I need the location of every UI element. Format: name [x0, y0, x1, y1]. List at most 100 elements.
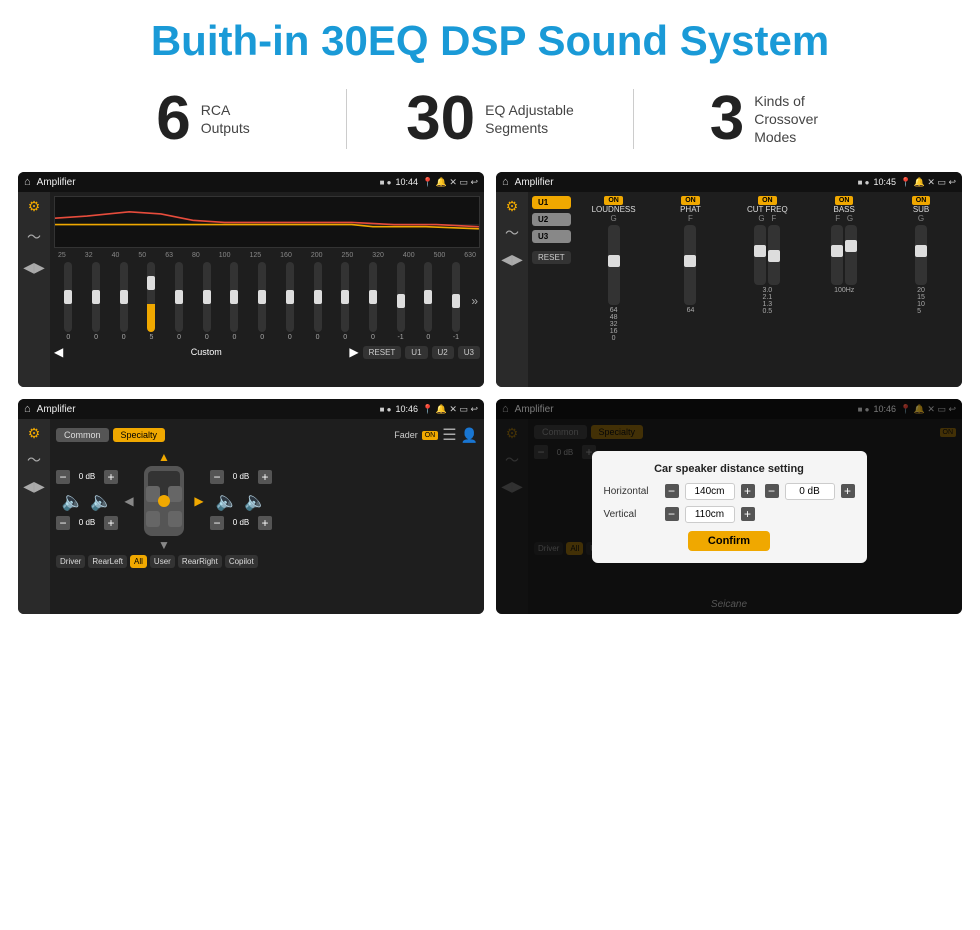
confirm-button[interactable]: Confirm	[688, 531, 770, 551]
eq-slider-3[interactable]: 5	[139, 262, 164, 341]
home-icon-2[interactable]: ⌂	[502, 176, 509, 188]
sidebar-wave-icon[interactable]: 〜	[27, 227, 41, 247]
sidebar-eq-icon[interactable]: ⚙	[28, 198, 41, 215]
horizontal-label: Horizontal	[604, 486, 659, 497]
eq-bottom: ◀ Custom ▶ RESET U1 U2 U3	[54, 345, 480, 359]
sub-label: SUB	[913, 205, 929, 214]
screen3-main: Common Specialty Fader ON ☰ 👤 − 0 dB	[50, 419, 484, 614]
sidebar-wave-icon-3[interactable]: 〜	[27, 450, 41, 470]
eq-slider-10[interactable]: 0	[333, 262, 358, 341]
sidebar-speaker-icon-3[interactable]: ◀▶	[23, 478, 45, 495]
fader-user-icon[interactable]: 👤	[461, 427, 478, 444]
copilot-btn[interactable]: Copilot	[225, 555, 258, 568]
phat-slider[interactable]	[684, 225, 696, 305]
h-db-plus-btn[interactable]: +	[841, 484, 855, 498]
specialty-tab[interactable]: Specialty	[113, 428, 166, 442]
tl-plus-btn[interactable]: +	[104, 470, 118, 484]
phat-on-badge: ON	[681, 196, 700, 205]
eq-next-btn[interactable]: ▶	[349, 345, 358, 359]
bl-minus-btn[interactable]: −	[56, 516, 70, 530]
cutfreq-slider-f[interactable]	[768, 225, 780, 285]
horizontal-row: Horizontal − 140cm + − 0 dB +	[604, 483, 855, 500]
bass-slider-g[interactable]	[845, 225, 857, 285]
sidebar-eq-icon-2[interactable]: ⚙	[506, 198, 519, 215]
eq-u3-btn[interactable]: U3	[458, 346, 480, 359]
distance-dialog: Car speaker distance setting Horizontal …	[592, 451, 867, 563]
rearleft-btn[interactable]: RearLeft	[88, 555, 127, 568]
channel-u1-btn[interactable]: U1	[532, 196, 571, 209]
driver-btn[interactable]: Driver	[56, 555, 85, 568]
amp-reset-btn[interactable]: RESET	[532, 251, 571, 264]
bass-slider-f[interactable]	[831, 225, 843, 285]
eq-slider-1[interactable]: 0	[84, 262, 109, 341]
eq-slider-14[interactable]: -1	[444, 262, 469, 341]
tr-plus-btn[interactable]: +	[258, 470, 272, 484]
eq-sliders: 0 0 0 5 0 0 0 0 0 0 0 0 -1 0 -1 »	[54, 261, 480, 341]
horizontal-minus-btn[interactable]: −	[665, 484, 679, 498]
stats-row: 6 RCAOutputs 30 EQ AdjustableSegments 3 …	[0, 74, 980, 164]
horizontal-plus-btn[interactable]: +	[741, 484, 755, 498]
all-btn[interactable]: All	[130, 555, 147, 568]
h-db-val[interactable]: 0 dB	[785, 483, 835, 500]
h-db-minus-btn[interactable]: −	[765, 484, 779, 498]
loudness-slider[interactable]	[608, 225, 620, 305]
sidebar-speaker-icon-2[interactable]: ◀▶	[501, 251, 523, 268]
stat-label-rca: RCAOutputs	[201, 101, 250, 137]
vertical-label: Vertical	[604, 509, 659, 520]
eq-mode-label: Custom	[67, 347, 345, 357]
tr-val: 0 dB	[227, 472, 255, 481]
eq-slider-6[interactable]: 0	[222, 262, 247, 341]
eq-slider-13[interactable]: 0	[416, 262, 441, 341]
speaker-buttons: Driver RearLeft All User RearRight Copil…	[56, 555, 478, 568]
vertical-value[interactable]: 110cm	[685, 506, 735, 523]
screen1-main: 25 32 40 50 63 80 100 125 160 200 250 32…	[50, 192, 484, 387]
screen1-sidebar: ⚙ 〜 ◀▶	[18, 192, 50, 387]
bl-val: 0 dB	[73, 518, 101, 527]
eq-slider-2[interactable]: 0	[111, 262, 136, 341]
top-right-control: − 0 dB +	[210, 470, 272, 484]
home-icon-1[interactable]: ⌂	[24, 176, 31, 188]
screen2-sidebar: ⚙ 〜 ◀▶	[496, 192, 528, 387]
user-btn[interactable]: User	[150, 555, 175, 568]
phat-label: PHAT	[680, 205, 701, 214]
eq-slider-11[interactable]: 0	[361, 262, 386, 341]
rearright-btn[interactable]: RearRight	[178, 555, 222, 568]
eq-slider-5[interactable]: 0	[194, 262, 219, 341]
sub-slider[interactable]	[915, 225, 927, 285]
vertical-row: Vertical − 110cm +	[604, 506, 855, 523]
vertical-minus-btn[interactable]: −	[665, 507, 679, 521]
channel-u2-btn[interactable]: U2	[532, 213, 571, 226]
vertical-plus-btn[interactable]: +	[741, 507, 755, 521]
bl-plus-btn[interactable]: +	[104, 516, 118, 530]
br-plus-btn[interactable]: +	[258, 516, 272, 530]
eq-freq-labels: 25 32 40 50 63 80 100 125 160 200 250 32…	[54, 252, 480, 259]
eq-u1-btn[interactable]: U1	[405, 346, 427, 359]
eq-u2-btn[interactable]: U2	[432, 346, 454, 359]
fader-on-badge: ON	[422, 431, 439, 440]
bottom-left-control: − 0 dB +	[56, 516, 118, 530]
common-tab[interactable]: Common	[56, 428, 109, 442]
sidebar-eq-icon-3[interactable]: ⚙	[28, 425, 41, 442]
br-minus-btn[interactable]: −	[210, 516, 224, 530]
dialog-overlay: Car speaker distance setting Horizontal …	[496, 399, 962, 614]
tr-minus-btn[interactable]: −	[210, 470, 224, 484]
eq-slider-12[interactable]: -1	[388, 262, 413, 341]
eq-slider-4[interactable]: 0	[167, 262, 192, 341]
screen-dialog: ⌂ Amplifier ■ ● 10:46 📍 🔔 ✕ ▭ ↩ ⚙ 〜 ◀▶ C…	[496, 399, 962, 614]
eq-reset-btn[interactable]: RESET	[363, 346, 402, 359]
loudness-val5: 0	[612, 335, 616, 342]
home-icon-3[interactable]: ⌂	[24, 403, 31, 415]
svg-text:▼: ▼	[158, 538, 170, 551]
eq-slider-7[interactable]: 0	[250, 262, 275, 341]
eq-slider-0[interactable]: 0	[56, 262, 81, 341]
fader-bars-icon[interactable]: ☰	[442, 425, 456, 445]
tl-minus-btn[interactable]: −	[56, 470, 70, 484]
sidebar-speaker-icon[interactable]: ◀▶	[23, 259, 45, 276]
channel-u3-btn[interactable]: U3	[532, 230, 571, 243]
sidebar-wave-icon-2[interactable]: 〜	[505, 223, 519, 243]
horizontal-value[interactable]: 140cm	[685, 483, 735, 500]
eq-prev-btn[interactable]: ◀	[54, 345, 63, 359]
cutfreq-slider-g[interactable]	[754, 225, 766, 285]
eq-slider-9[interactable]: 0	[305, 262, 330, 341]
eq-slider-8[interactable]: 0	[278, 262, 303, 341]
